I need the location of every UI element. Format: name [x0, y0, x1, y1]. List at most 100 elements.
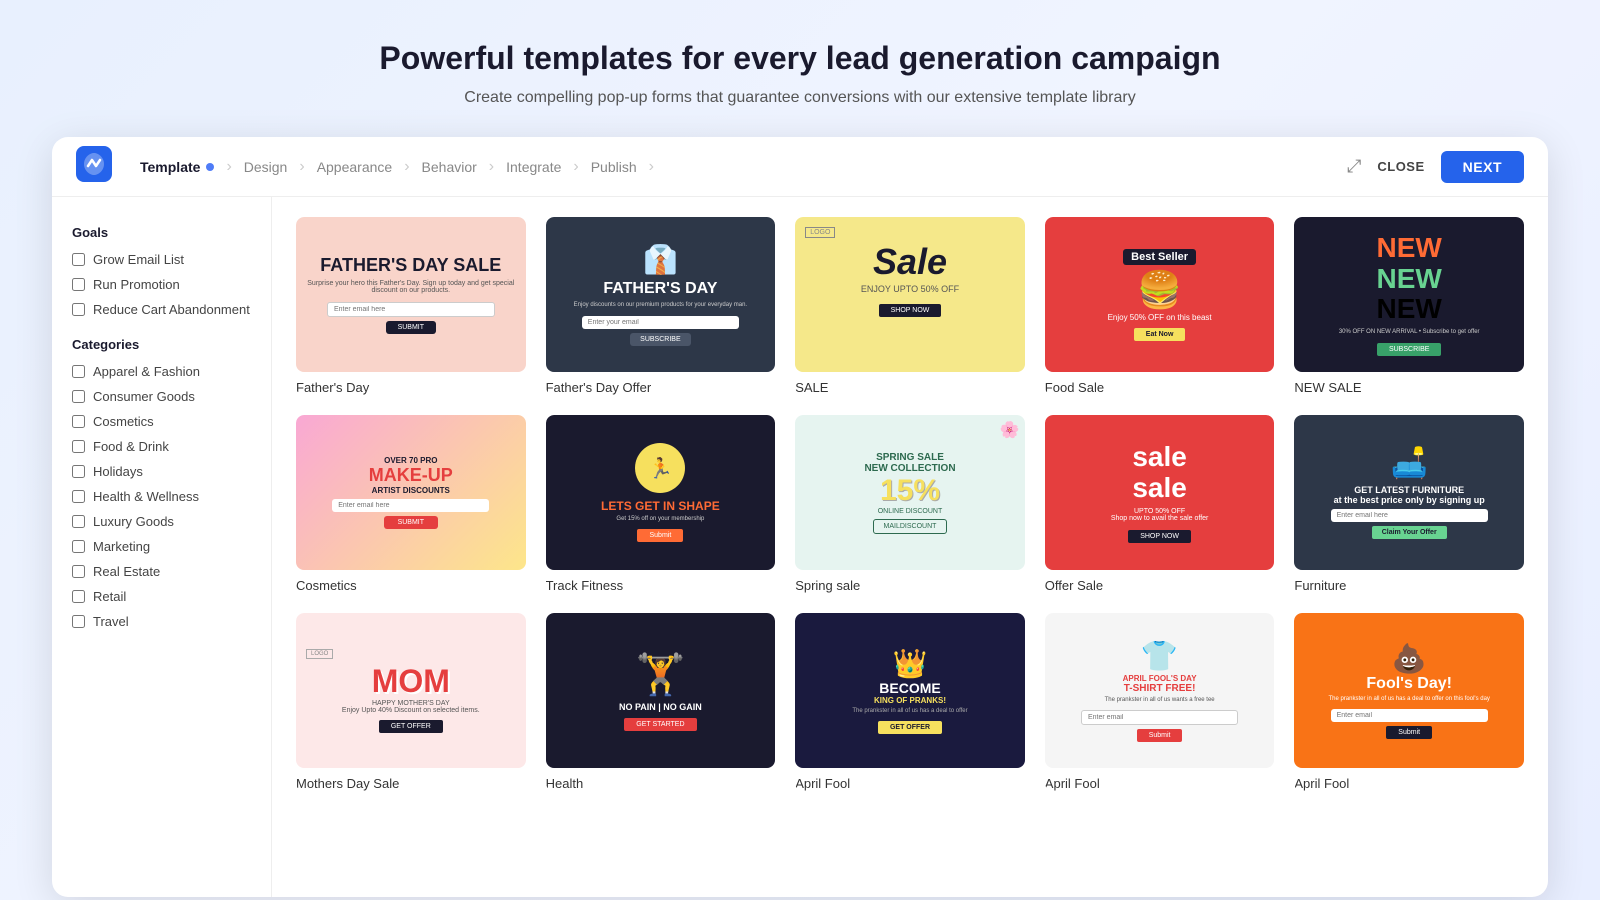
template-name-april-pranks: April Fool [795, 776, 1025, 791]
goal-reduce-cart-checkbox[interactable] [72, 303, 85, 316]
goal-run-promotion[interactable]: Run Promotion [72, 277, 251, 292]
template-name-new-sale: NEW SALE [1294, 380, 1524, 395]
template-name-fathers-day: Father's Day [296, 380, 526, 395]
cat-apparel-label: Apparel & Fashion [93, 364, 200, 379]
nav-step-label: Publish [591, 159, 637, 175]
template-thumb-april-shirt: 👕 APRIL FOOL'S DAY T-SHIRT FREE! The pra… [1045, 613, 1275, 768]
nav-step-label: Design [244, 159, 288, 175]
categories-title: Categories [72, 337, 251, 352]
cat-realestate-label: Real Estate [93, 564, 160, 579]
cat-holidays-label: Holidays [93, 464, 143, 479]
template-card-fitness[interactable]: 🏃 LETS GET IN SHAPE Get 15% off on your … [546, 415, 776, 593]
cat-retail[interactable]: Retail [72, 589, 251, 604]
nav-step-label: Appearance [317, 159, 393, 175]
template-card-mothers[interactable]: LOGO MOM HAPPY MOTHER'S DAYEnjoy Upto 40… [296, 613, 526, 791]
nav-arrow-2: › [291, 158, 312, 176]
cat-health-label: Health & Wellness [93, 489, 199, 504]
goal-run-promotion-checkbox[interactable] [72, 278, 85, 291]
cat-health-checkbox[interactable] [72, 490, 85, 503]
nav-step-label: Integrate [506, 159, 561, 175]
goal-grow-email[interactable]: Grow Email List [72, 252, 251, 267]
template-card-fathers-offer[interactable]: 👔 FATHER'S DAY Enjoy discounts on our pr… [546, 217, 776, 395]
cat-luxury-label: Luxury Goods [93, 514, 174, 529]
cat-marketing-label: Marketing [93, 539, 150, 554]
cat-cosmetics[interactable]: Cosmetics [72, 414, 251, 429]
template-card-cosmetics[interactable]: OVER 70 PRO MAKE-UP ARTIST DISCOUNTS SUB… [296, 415, 526, 593]
cat-holidays[interactable]: Holidays [72, 464, 251, 479]
expand-icon[interactable]: ⤢ [1347, 156, 1361, 177]
cat-food-label: Food & Drink [93, 439, 169, 454]
cat-marketing-checkbox[interactable] [72, 540, 85, 553]
nav-actions: ⤢ CLOSE NEXT [1347, 151, 1524, 183]
cat-health[interactable]: Health & Wellness [72, 489, 251, 504]
cat-travel-checkbox[interactable] [72, 615, 85, 628]
cat-apparel-checkbox[interactable] [72, 365, 85, 378]
template-card-new-sale[interactable]: NEW NEW NEW 30% OFF ON NEW ARRIVAL • Sub… [1294, 217, 1524, 395]
template-card-fathers-day[interactable]: FATHER'S DAY SALE Surprise your hero thi… [296, 217, 526, 395]
page-headline: Powerful templates for every lead genera… [20, 40, 1580, 77]
cat-retail-checkbox[interactable] [72, 590, 85, 603]
cat-holidays-checkbox[interactable] [72, 465, 85, 478]
template-name-offer-sale: Offer Sale [1045, 578, 1275, 593]
goal-reduce-cart-label: Reduce Cart Abandonment [93, 302, 250, 317]
close-button[interactable]: CLOSE [1377, 159, 1424, 174]
nav-step-label: Template [140, 159, 200, 175]
nav-step-label: Behavior [422, 159, 477, 175]
cat-food-checkbox[interactable] [72, 440, 85, 453]
active-dot [206, 163, 214, 171]
goal-grow-email-checkbox[interactable] [72, 253, 85, 266]
template-name-food-sale: Food Sale [1045, 380, 1275, 395]
template-card-april-shirt[interactable]: 👕 APRIL FOOL'S DAY T-SHIRT FREE! The pra… [1045, 613, 1275, 791]
template-card-food-sale[interactable]: Best Seller 🍔 Enjoy 50% OFF on this beas… [1045, 217, 1275, 395]
cat-realestate-checkbox[interactable] [72, 565, 85, 578]
nav-step-behavior[interactable]: Behavior [418, 159, 481, 175]
template-card-sale[interactable]: LOGO Sale ENJOY UPTO 50% OFF SHOP NOW SA… [795, 217, 1025, 395]
cat-consumer-label: Consumer Goods [93, 389, 195, 404]
cat-luxury[interactable]: Luxury Goods [72, 514, 251, 529]
template-thumb-april-pranks: 👑 BECOME KING OF PRANKS! The prankster i… [795, 613, 1025, 768]
cat-cosmetics-checkbox[interactable] [72, 415, 85, 428]
cat-consumer-checkbox[interactable] [72, 390, 85, 403]
cat-marketing[interactable]: Marketing [72, 539, 251, 554]
page-wrapper: Powerful templates for every lead genera… [0, 0, 1600, 897]
cat-travel[interactable]: Travel [72, 614, 251, 629]
template-name-health: Health [546, 776, 776, 791]
main-content: Goals Grow Email List Run Promotion Redu… [52, 197, 1548, 897]
template-card-fools-day[interactable]: 💩 Fool's Day! The prankster in all of us… [1294, 613, 1524, 791]
template-card-furniture[interactable]: 🛋️ GET LATEST FURNITUREat the best price… [1294, 415, 1524, 593]
page-subheadline: Create compelling pop-up forms that guar… [20, 89, 1580, 107]
template-name-sale: SALE [795, 380, 1025, 395]
cat-travel-label: Travel [93, 614, 129, 629]
cat-apparel[interactable]: Apparel & Fashion [72, 364, 251, 379]
template-name-mothers: Mothers Day Sale [296, 776, 526, 791]
goal-reduce-cart[interactable]: Reduce Cart Abandonment [72, 302, 251, 317]
template-card-offer-sale[interactable]: salesale UPTO 50% OFFShop now to avail t… [1045, 415, 1275, 593]
template-thumb-furniture: 🛋️ GET LATEST FURNITUREat the best price… [1294, 415, 1524, 570]
goal-run-promotion-label: Run Promotion [93, 277, 180, 292]
nav-step-design[interactable]: Design [240, 159, 292, 175]
template-name-fools-day: April Fool [1294, 776, 1524, 791]
nav-step-publish[interactable]: Publish [587, 159, 641, 175]
sidebar: Goals Grow Email List Run Promotion Redu… [52, 197, 272, 897]
nav-step-template[interactable]: Template [136, 159, 218, 175]
cat-realestate[interactable]: Real Estate [72, 564, 251, 579]
nav-step-appearance[interactable]: Appearance [313, 159, 397, 175]
template-card-spring[interactable]: 🌸 SPRING SALENEW COLLECTION 15% ONLINE D… [795, 415, 1025, 593]
template-thumb-health: 🏋️ NO PAIN | NO GAIN GET STARTED [546, 613, 776, 768]
page-header: Powerful templates for every lead genera… [0, 0, 1600, 137]
cat-consumer[interactable]: Consumer Goods [72, 389, 251, 404]
nav-arrow-3: › [396, 158, 417, 176]
cat-luxury-checkbox[interactable] [72, 515, 85, 528]
template-thumb-offer-sale: salesale UPTO 50% OFFShop now to avail t… [1045, 415, 1275, 570]
template-card-april-pranks[interactable]: 👑 BECOME KING OF PRANKS! The prankster i… [795, 613, 1025, 791]
template-card-health[interactable]: 🏋️ NO PAIN | NO GAIN GET STARTED Health [546, 613, 776, 791]
template-thumb-food-sale: Best Seller 🍔 Enjoy 50% OFF on this beas… [1045, 217, 1275, 372]
next-button[interactable]: NEXT [1441, 151, 1524, 183]
nav-step-integrate[interactable]: Integrate [502, 159, 565, 175]
template-thumb-fathers-day: FATHER'S DAY SALE Surprise your hero thi… [296, 217, 526, 372]
cat-food[interactable]: Food & Drink [72, 439, 251, 454]
template-name-fathers-offer: Father's Day Offer [546, 380, 776, 395]
nav-arrow-4: › [481, 158, 502, 176]
nav-arrow-1: › [218, 158, 239, 176]
goals-title: Goals [72, 225, 251, 240]
